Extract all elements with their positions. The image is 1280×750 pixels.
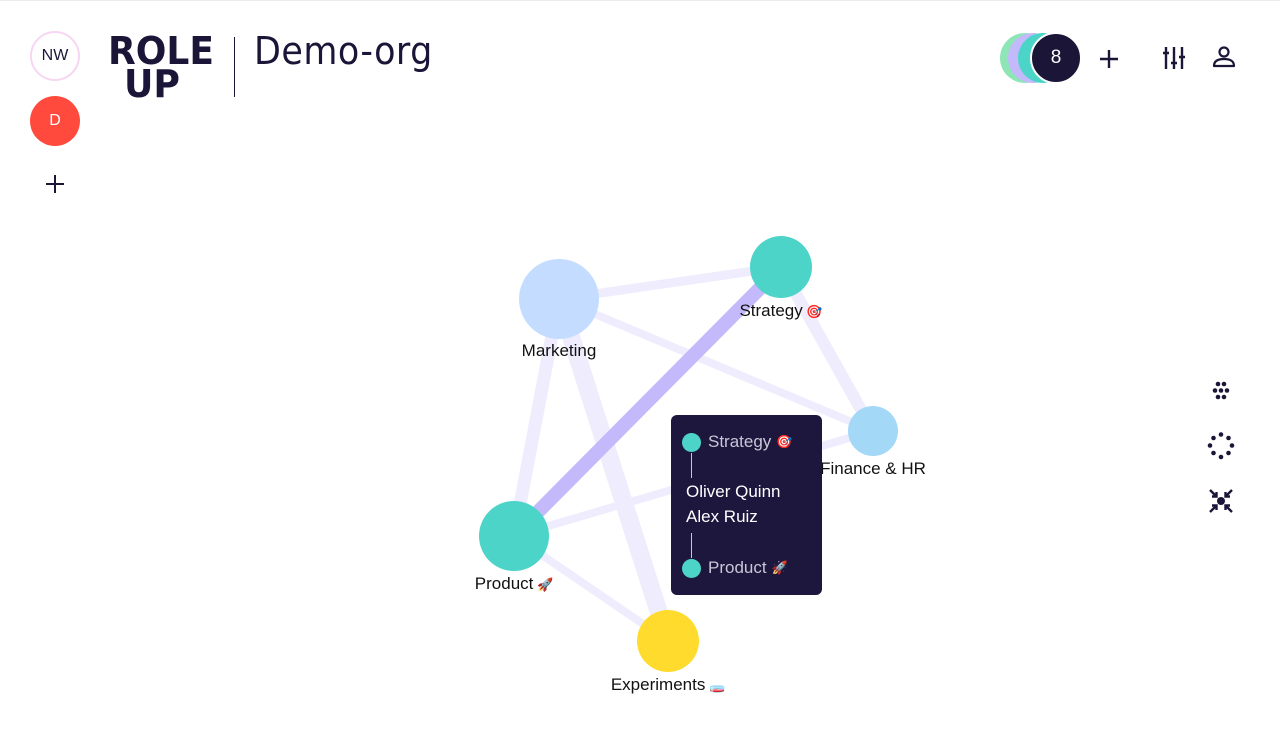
node-emoji-icon: 🚀 <box>533 577 553 592</box>
node-label-text: Experiments <box>611 675 705 694</box>
org-initials: NW <box>41 47 69 64</box>
tooltip-connector <box>691 533 692 558</box>
tooltip-to-team: Product 🚀 <box>682 558 788 578</box>
node-label: Strategy 🎯 <box>739 301 822 320</box>
roleup-logo: ROLE UP <box>108 34 214 98</box>
node-product[interactable]: Product 🚀 <box>475 501 553 593</box>
tooltip-person: Oliver Quinn <box>686 482 781 501</box>
node-strategy[interactable]: Strategy 🎯 <box>739 236 823 320</box>
plus-icon[interactable] <box>1097 47 1121 71</box>
node-circle[interactable] <box>479 501 549 571</box>
node-label: Experiments 🧫 <box>611 675 725 694</box>
node-label-text: Product <box>475 574 534 593</box>
node-emoji-icon: 🧫 <box>705 678 725 693</box>
org-rail: NW D <box>30 31 80 193</box>
cluster-layout-icon[interactable] <box>1206 376 1236 406</box>
edge-marketing-finance[interactable] <box>557 295 875 435</box>
node-label-text: Finance & HR <box>820 459 926 478</box>
member-count-badge: 8 <box>1030 32 1082 84</box>
edge-tooltip: Strategy 🎯 Oliver Quinn Alex Ruiz Produc… <box>671 415 822 595</box>
node-marketing[interactable]: Marketing <box>519 259 599 360</box>
center-collapse-icon[interactable] <box>1206 486 1236 516</box>
node-circle[interactable] <box>848 406 898 456</box>
tooltip-connector <box>691 453 692 478</box>
plus-icon[interactable] <box>44 173 66 195</box>
sliders-icon[interactable] <box>1162 46 1186 70</box>
logo-text-up: UP <box>124 62 180 98</box>
team-graph[interactable]: Marketing Strategy 🎯 Finance & HR Product 🚀… <box>0 1 1280 750</box>
tooltip-to-team-label: Product <box>708 558 767 577</box>
org-title: Demo-org <box>254 29 433 73</box>
org-initials: D <box>49 112 61 129</box>
target-emoji-icon: 🎯 <box>776 434 793 450</box>
org-avatar-d[interactable]: D <box>30 96 80 146</box>
node-label-text: Marketing <box>522 341 597 360</box>
user-icon[interactable] <box>1212 45 1236 69</box>
team-dot <box>682 558 701 578</box>
members-stack[interactable]: 8 <box>1000 32 1084 84</box>
tooltip-from-team: Strategy 🎯 <box>682 432 793 452</box>
node-circle[interactable] <box>637 610 699 672</box>
circle-layout-icon[interactable] <box>1206 431 1236 461</box>
header-divider <box>234 37 235 97</box>
node-experiments[interactable]: Experiments 🧫 <box>611 610 725 694</box>
rocket-emoji-icon: 🚀 <box>771 560 788 576</box>
team-dot <box>682 432 701 452</box>
node-circle[interactable] <box>750 236 812 298</box>
node-emoji-icon: 🎯 <box>803 304 823 319</box>
tooltip-person: Alex Ruiz <box>686 507 758 526</box>
tooltip-from-team-label: Strategy <box>708 432 772 451</box>
node-circle[interactable] <box>519 259 599 339</box>
node-label: Finance & HR <box>820 459 926 478</box>
node-label-text: Strategy <box>739 301 803 320</box>
org-avatar-nw[interactable]: NW <box>30 31 80 81</box>
node-label: Product 🚀 <box>475 574 553 593</box>
node-label: Marketing <box>522 341 597 360</box>
